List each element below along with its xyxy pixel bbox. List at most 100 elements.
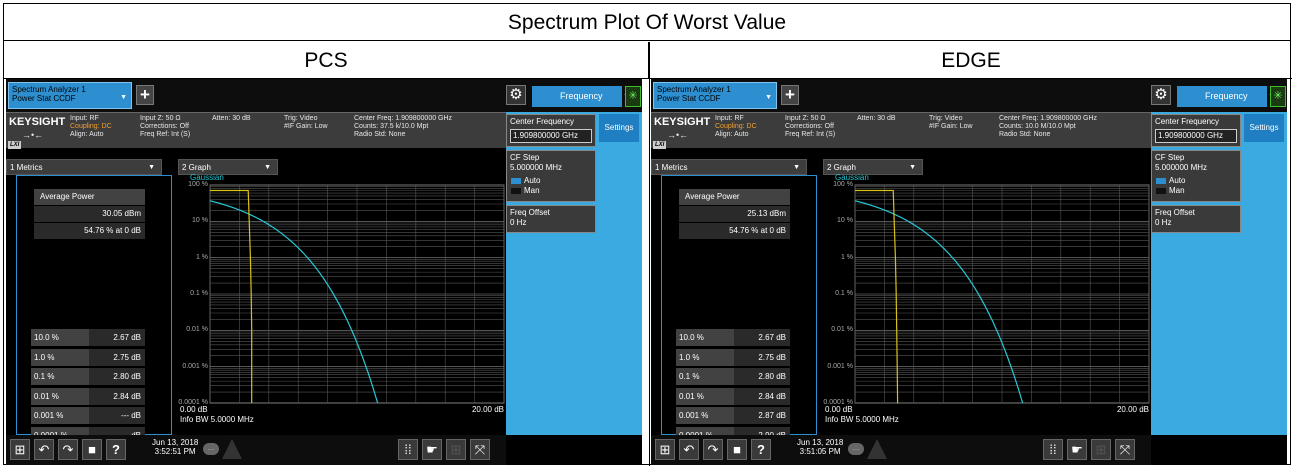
auto-option[interactable]: Auto — [510, 176, 592, 186]
bottom-toolbar: ⊞ ↶ ↷ ■ ? Jun 13, 2018 3:52:51 PM … ⁞⁞ ☛… — [6, 435, 506, 465]
ccdf-row-value: --- dB — [89, 407, 145, 424]
measurement-info-bar[interactable]: KEYSIGHT →•← LXI Input: RF Coupling: DC … — [6, 112, 506, 149]
ccdf-row-value: 2.67 dB — [89, 329, 145, 346]
coupling-info: Coupling: DC — [70, 123, 112, 130]
chevron-down-icon: ▼ — [765, 94, 772, 101]
average-power-label: Average Power — [679, 189, 790, 205]
undo-icon[interactable]: ↶ — [34, 439, 54, 460]
mode-line2: Power Stat CCDF — [657, 94, 721, 103]
coupling-info: Coupling: DC — [715, 123, 757, 130]
folder-icon[interactable]: ■ — [82, 439, 102, 460]
frequency-label: Frequency — [1205, 91, 1248, 101]
settings-tab[interactable]: Settings — [1244, 114, 1284, 142]
ccdf-row-label: 0.001 % — [676, 407, 734, 424]
corrections-info: Corrections: Off — [140, 123, 189, 130]
man-label: Man — [524, 186, 540, 195]
chevron-down-icon: ▼ — [148, 164, 155, 171]
chat-icon[interactable]: … — [203, 443, 219, 455]
center-frequency-control[interactable]: Center Frequency 1.909800000 GHz — [506, 114, 596, 147]
date-time: Jun 13, 2018 3:51:05 PM — [797, 438, 843, 456]
help-icon[interactable]: ? — [751, 439, 771, 460]
windows-icon[interactable]: ⊞ — [655, 439, 675, 460]
metrics-select-label: 1 Metrics — [10, 163, 43, 172]
settings-tab[interactable]: Settings — [599, 114, 639, 142]
date-text: Jun 13, 2018 — [152, 438, 199, 447]
split-icon[interactable]: ⊞ — [446, 439, 466, 460]
mode-line1: Spectrum Analyzer 1 — [12, 85, 86, 94]
grid-icon[interactable]: ⁞⁞ — [398, 439, 418, 460]
bottom-toolbar: ⊞ ↶ ↷ ■ ? Jun 13, 2018 3:51:05 PM … ⁞⁞ ☛… — [651, 435, 1151, 465]
center-freq-info: Center Freq: 1.909800000 GHz — [354, 115, 453, 122]
redo-icon[interactable]: ↷ — [58, 439, 78, 460]
man-option[interactable]: Man — [1155, 186, 1237, 196]
ifgain-info: #IF Gain: Low — [284, 123, 328, 130]
freq-offset-control[interactable]: Freq Offset 0 Hz — [1151, 205, 1241, 233]
center-frequency-control[interactable]: Center Frequency 1.909800000 GHz — [1151, 114, 1241, 147]
gear-icon[interactable]: ⚙ — [1151, 85, 1171, 105]
ccdf-graph[interactable]: Gaussian 100 % 10 % 1 % 0.1 % 0.01 % 0.001 % 0.… — [823, 173, 1151, 439]
help-icon[interactable]: ? — [106, 439, 126, 460]
man-option[interactable]: Man — [510, 186, 592, 196]
metrics-window[interactable]: Average Power 25.13 dBm 54.76 % at 0 dB … — [661, 175, 817, 465]
auto-label: Auto — [1169, 176, 1186, 185]
average-power-label: Average Power — [34, 189, 145, 205]
ccdf-row-label: 0.01 % — [31, 387, 89, 405]
radio-unselected-icon — [1156, 188, 1166, 194]
center-frequency-title: Center Frequency — [1155, 117, 1220, 126]
mode-selector[interactable]: Spectrum Analyzer 1 Power Stat CCDF ▼ — [8, 82, 132, 109]
trig-info: Trig: Video — [284, 115, 318, 122]
plus-icon[interactable]: + — [781, 85, 799, 105]
freqref-info: Freq Ref: Int (S) — [140, 131, 191, 138]
radio-unselected-icon — [511, 188, 521, 194]
mode-line2: Power Stat CCDF — [12, 94, 76, 103]
redo-icon[interactable]: ↷ — [703, 439, 723, 460]
touch-icon[interactable]: ☛ — [422, 439, 442, 460]
keysight-logo: KEYSIGHT — [9, 116, 66, 128]
y-tick-label: 1 % — [840, 253, 853, 261]
chevron-down-icon: ▼ — [264, 164, 271, 171]
radio-std-info: Radio Std: None — [354, 131, 406, 138]
windows-icon[interactable]: ⊞ — [10, 439, 30, 460]
auto-option[interactable]: Auto — [1155, 176, 1237, 186]
gear-icon[interactable]: ⚙ — [506, 85, 526, 105]
freq-offset-control[interactable]: Freq Offset 0 Hz — [506, 205, 596, 233]
metrics-select-label: 1 Metrics — [655, 163, 688, 172]
grid-icon[interactable]: ⁞⁞ — [1043, 439, 1063, 460]
chevron-down-icon: ▼ — [909, 164, 916, 171]
metrics-window[interactable]: Average Power 30.05 dBm 54.76 % at 0 dB … — [16, 175, 172, 465]
frequency-side-panel: Center Frequency 1.909800000 GHz Setting… — [506, 112, 642, 435]
mode-selector[interactable]: Spectrum Analyzer 1 Power Stat CCDF ▼ — [653, 82, 777, 109]
cf-step-value: 5.000000 MHz — [1155, 163, 1208, 172]
cf-step-control[interactable]: CF Step 5.000000 MHz Auto Man — [1151, 150, 1241, 202]
frequency-menu-button[interactable]: Frequency ▼ — [1177, 86, 1275, 107]
center-frequency-value[interactable]: 1.909800000 GHz — [1155, 129, 1237, 143]
cf-step-control[interactable]: CF Step 5.000000 MHz Auto Man — [506, 150, 596, 202]
folder-icon[interactable]: ■ — [727, 439, 747, 460]
ccdf-graph[interactable]: Gaussian 100 % 10 % 1 % 0.1 % 0.01 % 0.001 % 0.… — [178, 173, 506, 439]
y-tick-label: 100 % — [833, 181, 853, 188]
warning-triangle-icon — [867, 439, 887, 459]
y-tick-label: 1 % — [195, 253, 208, 261]
ccdf-row-label: 0.001 % — [31, 407, 89, 424]
corrections-info: Corrections: Off — [785, 123, 834, 130]
fullscreen-icon[interactable]: ⤧ — [1115, 439, 1135, 460]
ccdf-row-value: 2.75 dB — [89, 348, 145, 366]
top-bar: Spectrum Analyzer 1 Power Stat CCDF ▼ + … — [6, 79, 642, 112]
metrics-window-selector[interactable]: 1 Metrics ▼ — [651, 159, 807, 175]
center-frequency-value[interactable]: 1.909800000 GHz — [510, 129, 592, 143]
undo-icon[interactable]: ↶ — [679, 439, 699, 460]
y-tick-label: 0.001 % — [827, 362, 853, 370]
y-tick-label: 0.1 % — [835, 290, 853, 297]
date-text: Jun 13, 2018 — [797, 438, 844, 447]
busy-indicator-icon: ✳ — [625, 86, 641, 107]
input-arrow-icon: →•← — [667, 130, 689, 140]
chat-icon[interactable]: … — [848, 443, 864, 455]
plus-icon[interactable]: + — [136, 85, 154, 105]
metrics-window-selector[interactable]: 1 Metrics ▼ — [6, 159, 162, 175]
measurement-info-bar[interactable]: KEYSIGHT →•← LXI Input: RF Coupling: DC … — [651, 112, 1151, 149]
y-tick-label: 0.001 % — [182, 362, 208, 370]
frequency-menu-button[interactable]: Frequency ▼ — [532, 86, 630, 107]
fullscreen-icon[interactable]: ⤧ — [470, 439, 490, 460]
split-icon[interactable]: ⊞ — [1091, 439, 1111, 460]
touch-icon[interactable]: ☛ — [1067, 439, 1087, 460]
